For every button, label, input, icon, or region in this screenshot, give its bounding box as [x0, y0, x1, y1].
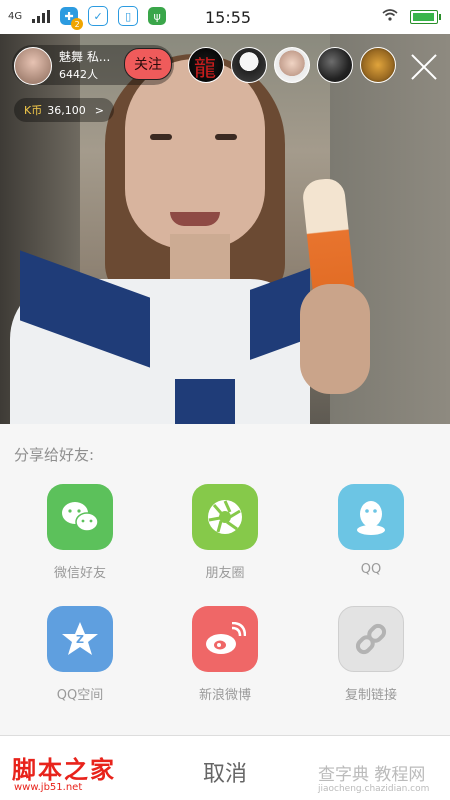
qq-tile — [338, 484, 404, 550]
phone-app-icon: ▯ — [118, 6, 139, 26]
moments-icon — [208, 500, 242, 534]
dragon-glyph-icon: 龍 — [194, 57, 217, 82]
watermark-left-url: www.jb51.net — [14, 782, 83, 793]
signal-icon — [32, 9, 51, 23]
security-app-icon: ✓ — [88, 6, 109, 26]
watermark-right-url: jiaocheng.chazidian.com — [318, 784, 430, 794]
usb-icon: ψ — [148, 7, 167, 25]
kcoin-badge[interactable]: K币 36,100 > — [14, 98, 114, 122]
copy-link-button[interactable]: 复制链接 — [301, 606, 441, 703]
link-tile — [338, 606, 404, 672]
kcoin-value: 36,100 — [47, 103, 86, 117]
share-weibo-button[interactable]: 新浪微博 — [155, 606, 295, 703]
viewer-avatar-dragon[interactable]: 龍 — [188, 47, 224, 83]
wechat-icon — [62, 502, 99, 532]
viewer-avatar-girl[interactable] — [274, 47, 310, 83]
copy-link-label: 复制链接 — [344, 688, 397, 703]
qzone-tile: Z — [47, 606, 113, 672]
share-qq-label: QQ — [360, 562, 382, 577]
share-wechat-label: 微信好友 — [53, 566, 106, 581]
share-moments-label: 朋友圈 — [205, 566, 245, 581]
watermark-left: 脚本之家 — [12, 755, 116, 784]
share-moments-button[interactable]: 朋友圈 — [155, 484, 295, 581]
chevron-right-icon: > — [94, 103, 104, 117]
qzone-icon: Z — [62, 622, 98, 655]
status-bar: 4G ✚ 2 ✓ ▯ ψ 15:55 — [0, 0, 450, 34]
wechat-tile — [47, 484, 113, 550]
network-type: 4G — [8, 10, 23, 22]
qq-icon — [357, 501, 385, 535]
clock: 15:55 — [205, 8, 252, 27]
kcoin-label: K币 — [24, 104, 43, 117]
live-video[interactable] — [0, 34, 450, 424]
share-qzone-button[interactable]: Z QQ空间 — [10, 606, 150, 703]
viewer-avatar-dark[interactable] — [317, 47, 353, 83]
svg-text:Z: Z — [76, 633, 84, 646]
share-weibo-label: 新浪微博 — [198, 688, 251, 703]
share-wechat-button[interactable]: 微信好友 — [10, 484, 150, 581]
host-avatar[interactable] — [14, 47, 52, 85]
share-qq-button[interactable]: QQ — [301, 484, 441, 577]
share-qzone-label: QQ空间 — [56, 688, 104, 703]
viewer-avatar-penguin[interactable] — [231, 47, 267, 83]
streamer-hand — [300, 284, 370, 394]
notification-badge: 2 — [71, 18, 84, 30]
share-footer: 脚本之家 www.jb51.net 取消 查字典 教程网 jiaocheng.c… — [0, 736, 450, 800]
link-icon — [355, 623, 387, 655]
sailor-tie — [175, 379, 235, 424]
watermark-right: 查字典 教程网 — [318, 765, 426, 785]
share-title: 分享给好友: — [14, 446, 95, 464]
host-name: 魅舞 私... — [59, 50, 111, 64]
viewer-avatar-animal[interactable] — [360, 47, 396, 83]
wifi-icon — [382, 9, 398, 24]
streamer-eye — [150, 134, 172, 140]
notification-app-icon: ✚ 2 — [60, 7, 84, 30]
cancel-button[interactable]: 取消 — [175, 756, 275, 788]
battery-icon — [410, 9, 441, 24]
streamer-mouth — [170, 212, 220, 226]
streamer-eye — [215, 134, 237, 140]
weibo-tile — [192, 606, 258, 672]
weibo-icon — [206, 622, 246, 654]
host-viewer-count: 6442人 — [59, 68, 98, 81]
moments-tile — [192, 484, 258, 550]
follow-button[interactable]: 关注 — [124, 48, 172, 80]
close-icon[interactable] — [407, 50, 441, 84]
share-sheet: 分享给好友: 微信好友 朋友圈 QQ Z QQ空间 新浪微博 复制链接 脚本之家… — [0, 424, 450, 800]
